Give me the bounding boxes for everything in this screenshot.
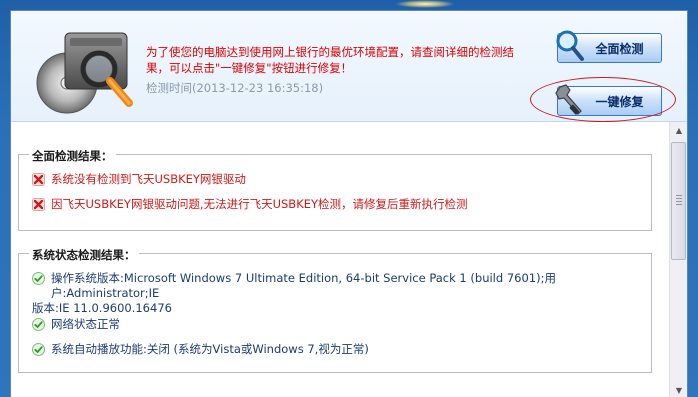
background-sparkle bbox=[395, 0, 455, 8]
detection-window: 为了使您的电脑达到使用网上银行的最优环境配置，请查阅详细的检测结果，可以点击"一… bbox=[10, 10, 688, 397]
full-check-button[interactable]: 全面检测 bbox=[556, 30, 662, 63]
result-item: 系统没有检测到飞天USBKEY网银驱动 bbox=[32, 172, 246, 187]
magnifier-icon bbox=[556, 30, 584, 61]
system-status-section: 系统状态检测结果： 操作系统版本:Microsoft Windows 7 Ult… bbox=[18, 247, 652, 373]
header-panel: 为了使您的电脑达到使用网上银行的最优环境配置，请查阅详细的检测结果，可以点击"一… bbox=[11, 11, 687, 122]
green-check-icon bbox=[32, 272, 45, 285]
status-text-line1: 操作系统版本:Microsoft Windows 7 Ultimate Edit… bbox=[51, 271, 556, 300]
notice-message: 为了使您的电脑达到使用网上银行的最优环境配置，请查阅详细的检测结果，可以点击"一… bbox=[146, 45, 514, 75]
full-results-section: 全面检测结果： 系统没有检测到飞天USBKEY网银驱动 因飞天USBKEY网银驱… bbox=[18, 148, 652, 231]
system-status-title: 系统状态检测结果： bbox=[29, 247, 139, 263]
vertical-scrollbar[interactable]: ▲ ▼ bbox=[669, 122, 687, 397]
status-item: 网络状态正常 bbox=[32, 317, 120, 332]
status-text: 网络状态正常 bbox=[51, 317, 120, 331]
result-item: 因飞天USBKEY网银驱动问题,无法进行飞天USBKEY检测，请修复后重新执行检… bbox=[32, 197, 468, 212]
wrench-icon bbox=[555, 84, 582, 115]
red-x-icon bbox=[32, 173, 45, 186]
results-content: 全面检测结果： 系统没有检测到飞天USBKEY网银驱动 因飞天USBKEY网银驱… bbox=[11, 122, 669, 397]
scrollbar-thumb[interactable] bbox=[671, 142, 686, 260]
status-text-line2: 版本:IE 11.0.9600.16476 bbox=[32, 301, 172, 315]
green-check-icon bbox=[32, 343, 45, 356]
result-text: 因飞天USBKEY网银驱动问题,无法进行飞天USBKEY检测，请修复后重新执行检… bbox=[51, 197, 468, 211]
status-item: 操作系统版本:Microsoft Windows 7 Ultimate Edit… bbox=[32, 271, 651, 316]
one-click-fix-label: 一键修复 bbox=[595, 94, 644, 109]
full-results-title: 全面检测结果： bbox=[29, 148, 116, 164]
scroll-down-arrow-icon[interactable]: ▼ bbox=[671, 382, 687, 397]
status-item: 系统自动播放功能:关闭 (系统为Vista或Windows 7,视为正常) bbox=[32, 342, 369, 357]
red-x-icon bbox=[32, 198, 45, 211]
full-check-label: 全面检测 bbox=[595, 41, 644, 56]
scroll-up-arrow-icon[interactable]: ▲ bbox=[671, 122, 687, 138]
green-check-icon bbox=[32, 318, 45, 331]
status-text: 系统自动播放功能:关闭 (系统为Vista或Windows 7,视为正常) bbox=[51, 342, 369, 356]
one-click-fix-button[interactable]: 一键修复 bbox=[555, 84, 662, 116]
scrollbar-grip bbox=[676, 195, 682, 207]
result-text: 系统没有检测到飞天USBKEY网银驱动 bbox=[51, 172, 246, 186]
hard-disk-magnifier-icon bbox=[36, 32, 133, 114]
check-timestamp: 检测时间(2013-12-23 16:35:18) bbox=[146, 81, 324, 95]
